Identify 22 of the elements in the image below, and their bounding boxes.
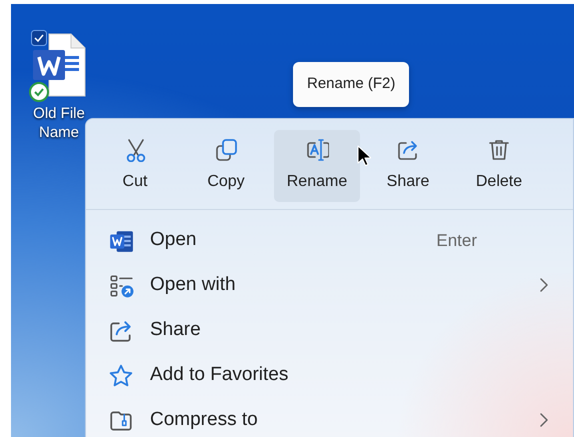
selection-checkbox[interactable] — [31, 30, 47, 46]
menu-item[interactable]: Open Enter — [86, 218, 573, 263]
menu-item[interactable]: Compress to — [86, 398, 573, 437]
chevron-right-icon — [539, 277, 549, 294]
cut-button[interactable]: Cut — [92, 130, 178, 202]
star-icon — [108, 362, 134, 388]
rename-button[interactable]: Rename — [274, 130, 360, 202]
menu-item[interactable]: Add to Favorites — [86, 353, 573, 398]
delete-button[interactable]: Delete — [456, 130, 542, 202]
rename-icon — [305, 138, 329, 162]
share-icon — [396, 138, 420, 162]
mouse-cursor-icon — [357, 144, 371, 167]
share-button[interactable]: Share — [365, 130, 451, 202]
menu-item[interactable]: Share — [86, 308, 573, 353]
chevron-right-icon — [539, 412, 549, 428]
app-list-icon — [108, 272, 134, 298]
file-name-label: Old File Name — [32, 104, 86, 142]
copy-button[interactable]: Copy — [183, 130, 269, 202]
trash-icon — [487, 138, 511, 162]
tooltip: Rename (F2) — [293, 62, 410, 106]
copy-icon — [214, 138, 238, 162]
menu-item[interactable]: Open with — [86, 263, 573, 308]
